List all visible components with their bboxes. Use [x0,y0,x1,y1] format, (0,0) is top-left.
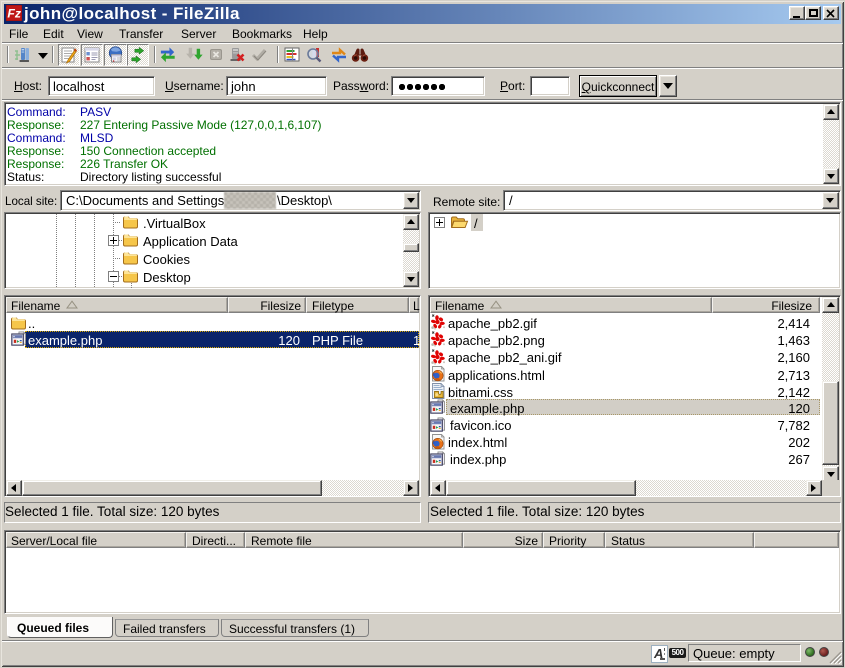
svg-text:Fz: Fz [7,7,21,21]
